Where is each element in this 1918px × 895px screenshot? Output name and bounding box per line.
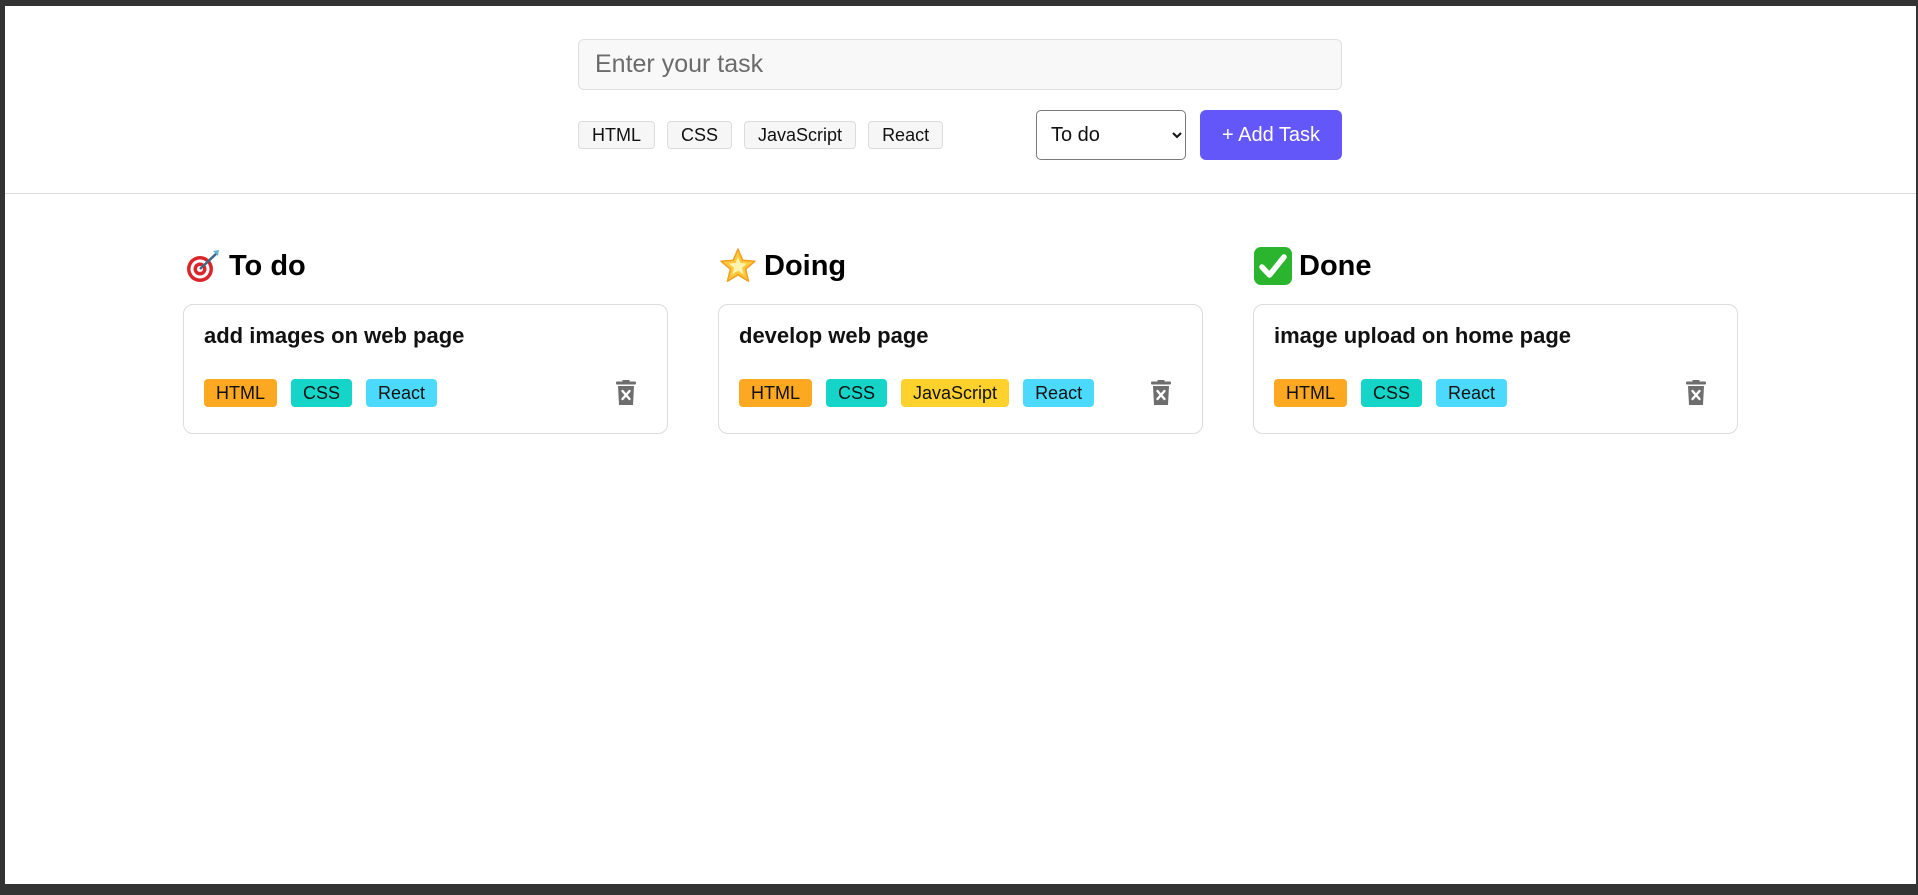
direct-hit-icon [183, 246, 223, 286]
column-todo: To do add images on web page HTML CSS Re… [183, 242, 668, 434]
tag-css: CSS [826, 379, 888, 407]
tag-html: HTML [1274, 379, 1347, 407]
tag-javascript: JavaScript [901, 379, 1010, 407]
delete-button[interactable] [1146, 378, 1176, 408]
trash-icon [616, 380, 636, 405]
task-form: HTML CSS JavaScript React To do + Add Ta… [5, 6, 1916, 194]
tag-option-javascript[interactable]: JavaScript [744, 121, 857, 149]
task-title: image upload on home page [1274, 323, 1572, 348]
task-card: image upload on home page HTML CSS React [1253, 304, 1738, 434]
tag-react: React [366, 379, 438, 407]
add-task-button[interactable]: + Add Task [1200, 110, 1342, 160]
task-title: develop web page [739, 323, 929, 348]
glowing-star-icon [718, 246, 758, 286]
task-tags: HTML CSS JavaScript React [739, 379, 1095, 407]
tag-option-html[interactable]: HTML [578, 121, 655, 149]
task-board: To do add images on web page HTML CSS Re… [183, 242, 1738, 434]
task-title: add images on web page [204, 323, 465, 348]
tag-option-css[interactable]: CSS [667, 121, 733, 149]
task-tags: HTML CSS React [1274, 379, 1508, 407]
delete-button[interactable] [1681, 378, 1711, 408]
column-title: Done [1299, 249, 1372, 282]
column-heading-done: Done [1253, 242, 1738, 290]
tag-css: CSS [291, 379, 353, 407]
tag-option-react[interactable]: React [868, 121, 944, 149]
column-done: Done image upload on home page HTML CSS … [1253, 242, 1738, 434]
task-card: add images on web page HTML CSS React [183, 304, 668, 434]
app-window: HTML CSS JavaScript React To do + Add Ta… [5, 6, 1916, 884]
column-heading-todo: To do [183, 242, 668, 290]
trash-icon [1151, 380, 1171, 405]
column-doing: Doing develop web page HTML CSS JavaScri… [718, 242, 1203, 434]
tag-picker: HTML CSS JavaScript React [578, 121, 944, 149]
column-title: Doing [764, 249, 847, 282]
tag-html: HTML [739, 379, 812, 407]
task-input[interactable] [578, 39, 1342, 90]
column-title: To do [229, 249, 306, 282]
status-select[interactable]: To do [1036, 110, 1186, 160]
tag-css: CSS [1361, 379, 1423, 407]
check-mark-button-icon [1253, 246, 1293, 286]
tag-react: React [1436, 379, 1508, 407]
task-tags: HTML CSS React [204, 379, 438, 407]
delete-button[interactable] [611, 378, 641, 408]
trash-icon [1686, 380, 1706, 405]
tag-html: HTML [204, 379, 277, 407]
task-card: develop web page HTML CSS JavaScript Rea… [718, 304, 1203, 434]
column-heading-doing: Doing [718, 242, 1203, 290]
tag-react: React [1023, 379, 1095, 407]
